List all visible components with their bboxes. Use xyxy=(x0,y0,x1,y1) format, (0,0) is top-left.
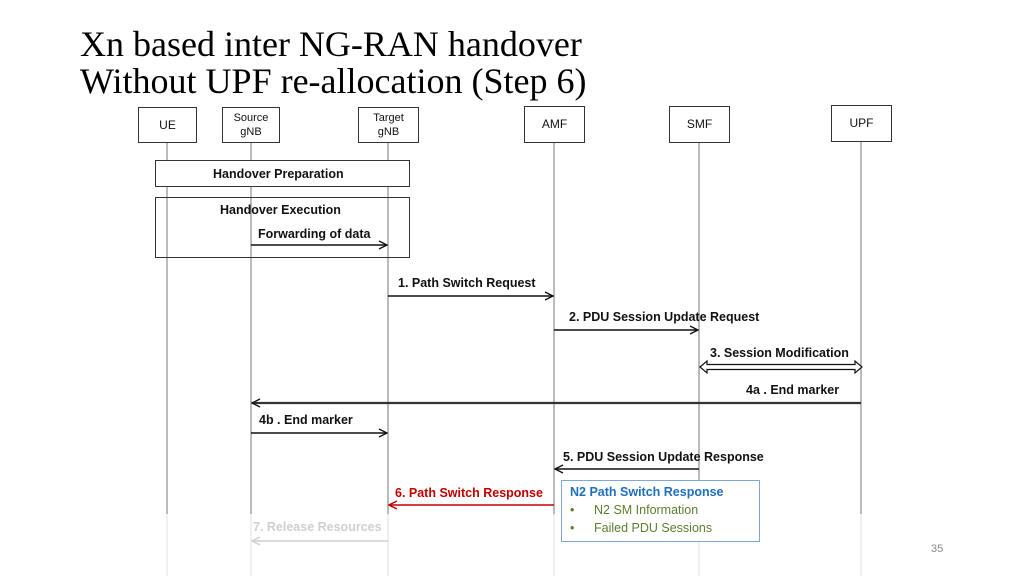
msg-step3-label: 3. Session Modification xyxy=(710,346,849,360)
info-box-item-text: N2 SM Information xyxy=(594,503,699,517)
msg-step2-label: 2. PDU Session Update Request xyxy=(569,310,760,324)
actor-upf: UPF xyxy=(831,105,892,142)
actor-source-gnb-label-2: gNB xyxy=(240,126,262,138)
msg-step4a-label: 4a . End marker xyxy=(746,383,840,397)
actor-smf-label: SMF xyxy=(686,117,713,131)
msg-step6-label: 6. Path Switch Response xyxy=(395,486,543,500)
phase-preparation-label: Handover Preparation xyxy=(213,167,344,181)
actor-upf-label: UPF xyxy=(849,116,874,130)
msg-step1-label: 1. Path Switch Request xyxy=(398,276,536,290)
n2-path-switch-response-box: N2 Path Switch Response • N2 SM Informat… xyxy=(561,480,760,542)
actor-ue: UE xyxy=(138,107,197,143)
actor-smf: SMF xyxy=(669,106,730,143)
info-box-item-text: Failed PDU Sessions xyxy=(594,521,713,535)
page-number: 35 xyxy=(931,543,944,555)
actor-ue-label: UE xyxy=(159,117,176,132)
info-box-title: N2 Path Switch Response xyxy=(570,485,724,499)
bullet-icon: • xyxy=(570,503,575,517)
actor-target-gnb: Target gNB xyxy=(358,107,419,143)
msg-step5-label: 5. PDU Session Update Response xyxy=(563,450,764,464)
msg-step7-label: 7. Release Resources xyxy=(253,520,382,534)
phase-execution-label: Handover Execution xyxy=(220,203,341,217)
actor-source-gnb: Source gNB xyxy=(222,107,280,143)
actor-amf-label: AMF xyxy=(541,117,568,131)
slide: Xn based inter NG-RAN handover Without U… xyxy=(0,0,1024,576)
actor-source-gnb-label-1: Source xyxy=(233,112,269,124)
info-box-item: • N2 SM Information xyxy=(570,501,759,519)
actor-amf: AMF xyxy=(524,106,585,143)
actor-target-gnb-label-2: gNB xyxy=(377,126,400,138)
msg-forwarding-label: Forwarding of data xyxy=(258,227,371,241)
actor-target-gnb-label-1: Target xyxy=(373,112,404,124)
msg-step4b-label: 4b . End marker xyxy=(259,413,353,427)
bullet-icon: • xyxy=(570,521,575,535)
info-box-item: • Failed PDU Sessions xyxy=(570,519,759,537)
